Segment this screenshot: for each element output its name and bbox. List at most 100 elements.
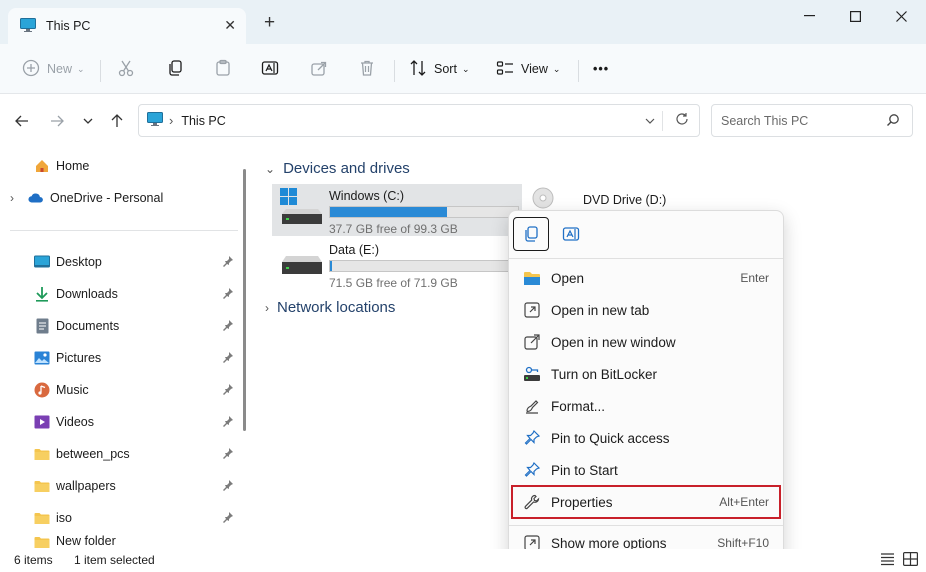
more-options-button[interactable]: ••• [593,56,609,82]
pin-icon[interactable] [222,383,234,398]
address-divider [662,111,663,131]
menu-divider [509,258,783,259]
back-button[interactable] [12,111,32,131]
refresh-button[interactable] [675,112,689,130]
new-label: New [47,62,73,76]
pin-icon[interactable] [222,255,234,270]
tab-close-button[interactable]: ✕ [224,17,236,34]
pin-icon[interactable] [222,415,234,430]
address-dropdown-button[interactable] [645,113,655,127]
menu-item-properties[interactable]: Properties Alt+Enter [511,485,781,519]
details-view-button[interactable] [880,552,895,569]
drive-name: Windows (C:) [329,189,405,203]
menu-item-format[interactable]: Format... [513,391,779,421]
sidebar-item-label: iso [56,511,72,525]
menu-divider [509,525,783,526]
sidebar-item-pictures[interactable]: Pictures [34,344,240,372]
tiles-view-button[interactable] [903,552,919,569]
menu-item-pin-to-start[interactable]: Pin to Start [513,455,779,485]
menu-item-pin-quick-access[interactable]: Pin to Quick access [513,423,779,453]
delete-button[interactable] [358,56,376,82]
copy-button[interactable] [166,56,184,82]
toolbar-divider [394,60,395,82]
menu-item-open[interactable]: Open Enter [513,263,779,293]
cut-icon [117,59,135,80]
sidebar-item-between-pcs[interactable]: between_pcs [34,440,240,468]
title-bar: This PC ✕ + [0,0,926,44]
close-button[interactable] [878,4,924,28]
sidebar-item-home[interactable]: Home [34,152,240,180]
sidebar-item-onedrive[interactable]: › OneDrive - Personal [10,184,240,212]
recent-locations-button[interactable] [78,111,98,131]
chevron-down-icon: ⌄ [552,63,561,74]
context-rename-button[interactable] [553,217,589,251]
sort-button[interactable]: Sort ⌄ [409,56,469,82]
section-network-locations[interactable]: › Network locations [265,299,395,316]
drive-usage-bar [329,206,519,218]
maximize-button[interactable] [832,4,878,28]
forward-button[interactable] [47,111,67,131]
sidebar-item-music[interactable]: Music [34,376,240,404]
drive-usage-fill [330,261,332,271]
rename-button[interactable] [261,56,279,82]
document-icon [34,318,50,334]
arrow-right-icon [51,115,64,127]
menu-item-label: Properties [551,494,613,510]
copy-icon [166,59,184,80]
sidebar-item-label: Music [56,383,89,397]
new-icon [22,59,40,80]
minimize-button[interactable] [786,4,832,28]
cut-button[interactable] [117,56,135,82]
up-button[interactable] [107,111,127,131]
navigation-bar: › This PC Search This PC [0,94,926,149]
chevron-down-icon: ⌄ [461,63,470,74]
folder-icon [34,446,50,462]
paste-icon [214,59,232,80]
pin-icon[interactable] [222,479,234,494]
sidebar-item-documents[interactable]: Documents [34,312,240,340]
sidebar-scrollbar[interactable] [243,169,246,431]
pin-icon[interactable] [222,319,234,334]
context-copy-button[interactable] [513,217,549,251]
drive-free-space: 37.7 GB free of 99.3 GB [329,222,458,236]
sidebar-item-videos[interactable]: Videos [34,408,240,436]
breadcrumb-location[interactable]: This PC [181,114,225,128]
sidebar-item-downloads[interactable]: Downloads [34,280,240,308]
menu-item-turn-on-bitlocker[interactable]: Turn on BitLocker [513,359,779,389]
pin-icon[interactable] [222,447,234,462]
folder-icon [34,534,50,549]
new-tab-button[interactable]: + [264,12,275,34]
status-item-count: 6 items [14,553,53,567]
sidebar-item-wallpapers[interactable]: wallpapers [34,472,240,500]
drive-data-e[interactable]: Data (E:) 71.5 GB free of 71.9 GB [272,238,522,290]
chevron-right-icon[interactable]: › [10,191,28,205]
tab-title: This PC [46,19,91,33]
tab-this-pc[interactable]: This PC ✕ [8,8,246,44]
address-bar[interactable]: › This PC [138,104,700,137]
share-button[interactable] [310,56,328,82]
open-new-tab-icon [523,301,541,319]
details-view-icon [881,553,894,566]
menu-item-label: Format... [551,398,606,414]
open-new-window-icon [523,333,541,351]
menu-item-open-new-window[interactable]: Open in new window [513,327,779,357]
breadcrumb-chevron-icon[interactable]: › [169,113,173,128]
drive-windows-c[interactable]: Windows (C:) 37.7 GB free of 99.3 GB [272,184,522,236]
section-devices-and-drives[interactable]: ⌄ Devices and drives [265,160,410,177]
view-label: View [521,62,548,76]
sidebar-item-new-folder[interactable]: New folder [34,534,240,549]
folder-icon [34,510,50,526]
menu-item-open-new-tab[interactable]: Open in new tab [513,295,779,325]
pin-icon[interactable] [222,511,234,526]
paste-button[interactable] [214,56,232,82]
search-input[interactable]: Search This PC [711,104,913,137]
new-button[interactable]: New ⌄ [22,56,85,82]
pin-icon[interactable] [222,351,234,366]
sidebar-item-iso[interactable]: iso [34,504,240,532]
pin-icon[interactable] [222,287,234,302]
view-button[interactable]: View ⌄ [496,56,560,82]
status-selection: 1 item selected [74,553,155,567]
sidebar-item-desktop[interactable]: Desktop [34,248,240,276]
sidebar-item-label: Videos [56,415,94,429]
more-label: ••• [593,62,610,76]
